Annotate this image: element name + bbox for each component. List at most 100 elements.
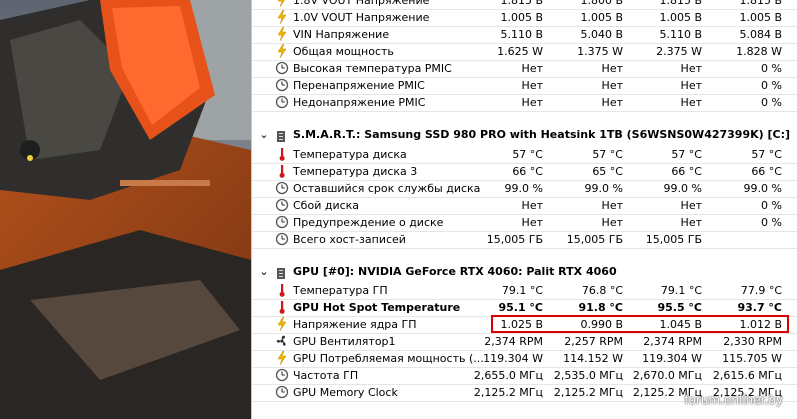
current-value: Нет [521, 216, 543, 229]
avg-value: 0 % [761, 79, 782, 92]
forum-watermark: forum.onliner.by [684, 393, 783, 407]
min-value: 2,125.2 МГц [553, 386, 623, 399]
sensor-label: Сбой диска [293, 199, 360, 212]
max-value: Нет [680, 96, 702, 109]
current-value: 1.815 В [500, 0, 543, 7]
thermometer-icon [275, 164, 289, 178]
avg-value: 0 % [761, 96, 782, 109]
sensor-row[interactable]: Предупреждение о диске Нет Нет Нет 0 % [252, 214, 797, 231]
sensor-label: Частота ГП [293, 369, 359, 382]
clock-icon [275, 198, 289, 212]
max-value: 79.1 °C [660, 284, 702, 297]
avg-value: 1.828 W [736, 45, 782, 58]
min-value: 2,257 RPM [564, 335, 623, 348]
thermometer-icon [275, 300, 289, 314]
max-value: 15,005 ГБ [645, 233, 702, 246]
min-value: 1.375 W [577, 45, 623, 58]
sensor-label: Оставшийся срок службы диска [293, 182, 481, 195]
bolt-icon [275, 43, 289, 59]
current-value: Нет [521, 79, 543, 92]
sensor-label: VIN Напряжение [293, 28, 390, 41]
current-value: 2,125.2 МГц [473, 386, 543, 399]
group-title: GPU [#0]: NVIDIA GeForce RTX 4060: Palit… [293, 265, 617, 278]
max-value: 99.0 % [663, 182, 702, 195]
clock-icon [275, 78, 289, 92]
max-value: 66 °C [671, 165, 702, 178]
sensor-row[interactable]: Всего хост-записей 15,005 ГБ 15,005 ГБ 15,0… [252, 231, 797, 248]
clock-icon [275, 232, 289, 246]
avg-value: 66 °C [751, 165, 782, 178]
sensor-row[interactable]: GPU Потребляемая мощность (... 119.304 W1… [252, 350, 797, 367]
device-icon [276, 130, 286, 142]
sensor-label: Температура диска 3 [293, 165, 418, 178]
sensor-row[interactable]: Оставшийся срок службы диска 99.0 % 99.0 %… [252, 180, 797, 197]
min-value: 114.152 W [563, 352, 623, 365]
thermometer-icon [275, 147, 289, 161]
max-value: 1.005 В [659, 11, 702, 24]
avg-value: 57 °C [751, 148, 782, 161]
sensor-label: Температура ГП [293, 284, 388, 297]
sensor-row[interactable]: Общая мощность 1.625 W 1.375 W 2.375 W 1.828… [252, 43, 797, 60]
sensor-row[interactable]: Температура диска 57 °C 57 °C 57 °C 57 °C [252, 146, 797, 163]
collapse-chevron-icon[interactable]: ⌄ [258, 263, 270, 281]
min-value: 65 °C [592, 165, 623, 178]
sensor-row[interactable]: GPU Вентилятор1 2,374 RPM 2,257 RPM 2,374 R… [252, 333, 797, 350]
thermometer-icon [275, 283, 289, 297]
current-value: 5.110 В [500, 28, 543, 41]
sensor-row[interactable]: Температура диска 3 66 °C 65 °C 66 °C 66 °C [252, 163, 797, 180]
current-value: 79.1 °C [501, 284, 543, 297]
clock-icon [275, 181, 289, 195]
min-value: 5.040 В [580, 28, 623, 41]
avg-value: 1.815 В [739, 0, 782, 7]
min-value: 2,535.0 МГц [553, 369, 623, 382]
max-value: 57 °C [671, 148, 702, 161]
sensor-label: Всего хост-записей [293, 233, 406, 246]
collapse-chevron-icon[interactable]: ⌄ [258, 126, 270, 144]
clock-icon [275, 95, 289, 109]
sensor-group-header[interactable]: ⌄ GPU [#0]: NVIDIA GeForce RTX 4060: Pali… [252, 263, 797, 281]
avg-value: 77.9 °C [740, 284, 782, 297]
avg-value: 93.7 °C [737, 301, 782, 314]
avg-value: 115.705 W [722, 352, 782, 365]
current-value: 2,655.0 МГц [473, 369, 543, 382]
sensor-label: Предупреждение о диске [293, 216, 444, 229]
sensor-row[interactable]: Недонапряжение PMIC Нет Нет Нет 0 % [252, 94, 797, 111]
max-value: Нет [680, 79, 702, 92]
max-value: 2,374 RPM [643, 335, 702, 348]
max-value: 2,670.0 МГц [632, 369, 702, 382]
min-value: Нет [601, 79, 623, 92]
min-value: 1.800 В [580, 0, 623, 7]
max-value: 119.304 W [642, 352, 702, 365]
current-value: 99.0 % [504, 182, 543, 195]
sensor-row[interactable]: Частота ГП 2,655.0 МГц 2,535.0 МГц 2,670.0 … [252, 367, 797, 384]
clock-icon [275, 385, 289, 399]
sensor-row[interactable]: 1.0V VOUT Напряжение 1.005 В 1.005 В 1.005 … [252, 9, 797, 26]
sensor-row[interactable]: Высокая температура PMIC Нет Нет Нет 0 % [252, 60, 797, 77]
sensor-row[interactable]: Перенапряжение PMIC Нет Нет Нет 0 % [252, 77, 797, 94]
device-icon [276, 267, 286, 279]
sensor-label: Недонапряжение PMIC [293, 96, 426, 109]
max-value: Нет [680, 199, 702, 212]
avg-value: 2,615.6 МГц [712, 369, 782, 382]
bolt-icon [275, 350, 289, 366]
avg-value: 5.084 В [739, 28, 782, 41]
sensor-label: GPU Вентилятор1 [293, 335, 396, 348]
current-value: Нет [521, 199, 543, 212]
sensor-row[interactable]: Сбой диска Нет Нет Нет 0 % [252, 197, 797, 214]
bolt-icon [275, 9, 289, 25]
current-value: 57 °C [512, 148, 543, 161]
clock-icon [275, 61, 289, 75]
current-value: 66 °C [512, 165, 543, 178]
sensor-row[interactable]: 1.8V VOUT Напряжение 1.815 В 1.800 В 1.815 … [252, 0, 797, 9]
avg-value: 0 % [761, 199, 782, 212]
sensor-row[interactable]: GPU Hot Spot Temperature 95.1 °C 91.8 °C 95… [252, 299, 797, 316]
sensor-group-header[interactable]: ⌄ S.M.A.R.T.: Samsung SSD 980 PRO with He… [252, 126, 797, 144]
sensor-row[interactable]: VIN Напряжение 5.110 В 5.040 В 5.110 В 5.084… [252, 26, 797, 43]
current-value: Нет [521, 96, 543, 109]
row-divider [252, 248, 797, 249]
max-value: Нет [680, 216, 702, 229]
min-value: Нет [601, 216, 623, 229]
sensor-row[interactable]: Температура ГП 79.1 °C 76.8 °C 79.1 °C 77.9 … [252, 282, 797, 299]
current-value: 95.1 °C [498, 301, 543, 314]
min-value: 15,005 ГБ [566, 233, 623, 246]
